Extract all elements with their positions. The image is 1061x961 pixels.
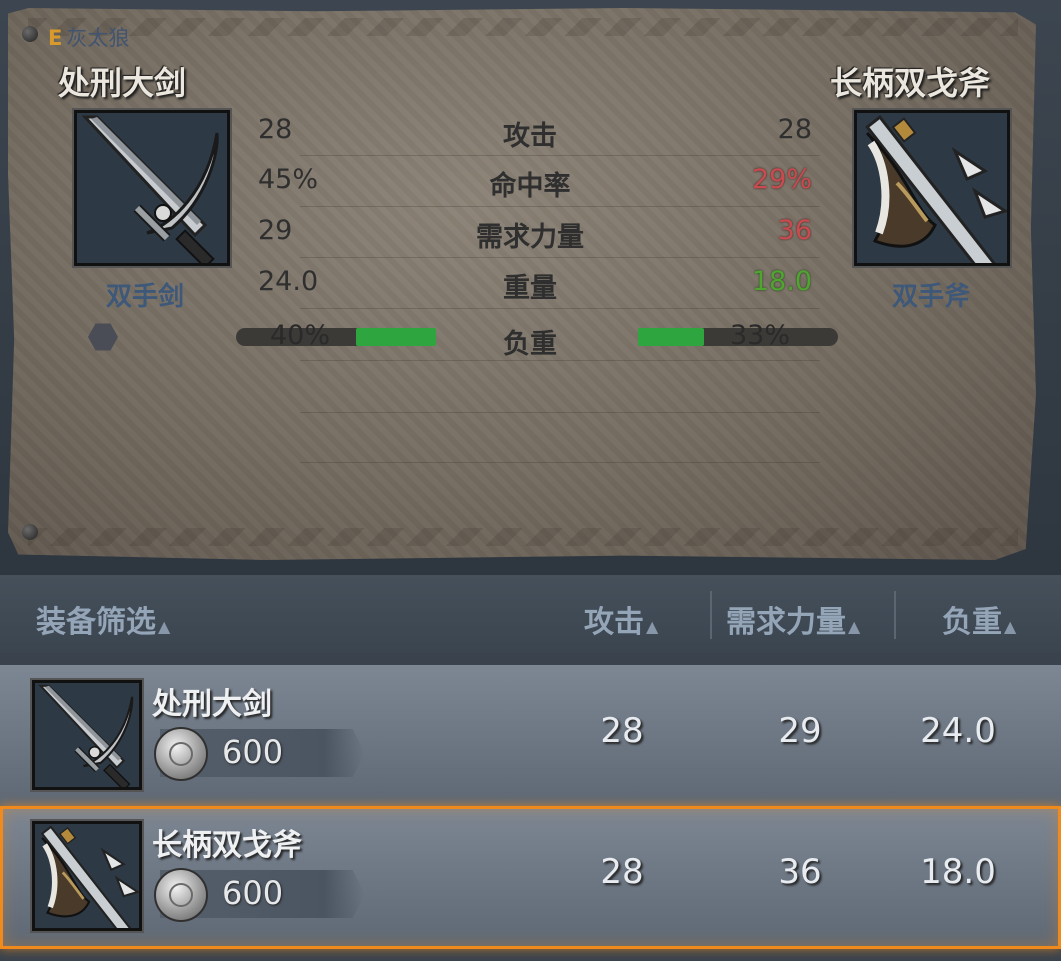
divider <box>300 257 820 258</box>
weight-sort-button[interactable]: 负重 ▲ <box>942 597 1016 641</box>
sort-triangle-icon: ▲ <box>646 617 659 636</box>
stat-row-strength: 29 需求力量 36 <box>240 209 820 257</box>
stat-row-accuracy: 45% 命中率 29% <box>240 158 820 206</box>
divider <box>300 308 820 309</box>
list-item-selected[interactable]: 长柄双戈斧 600 28 36 18.0 <box>0 806 1061 949</box>
header-label: 负重 <box>942 605 1002 640</box>
silver-coin-icon <box>154 868 208 922</box>
halberd-axe-icon <box>854 110 1010 266</box>
list-item[interactable]: 处刑大剑 600 28 29 24.0 <box>0 665 1061 808</box>
right-load-fill <box>638 328 704 346</box>
right-value: 29% <box>751 164 812 195</box>
divider <box>300 155 820 156</box>
right-value: 36 <box>777 215 812 246</box>
item-name: 长柄双戈斧 <box>152 828 302 863</box>
left-weapon-type: 双手剑 <box>106 282 185 312</box>
attack-sort-button[interactable]: 攻击 ▲ <box>584 597 658 641</box>
owner-name: 灰太狼 <box>66 26 130 50</box>
panel-border-bottom <box>28 528 1018 546</box>
divider <box>300 462 820 463</box>
header-label: 需求力量 <box>726 605 846 640</box>
item-price: 600 <box>222 874 284 912</box>
left-weapon-name: 处刑大剑 <box>58 64 187 102</box>
item-attack: 28 <box>600 711 644 751</box>
item-weight: 24.0 <box>920 711 996 751</box>
bolt-icon <box>22 26 38 42</box>
sort-triangle-icon: ▲ <box>158 617 171 636</box>
halberd-axe-icon <box>32 821 142 931</box>
header-separator <box>894 591 896 639</box>
divider <box>300 206 820 207</box>
right-value: 28 <box>777 114 812 145</box>
greatsword-icon <box>32 680 142 790</box>
stat-label: 攻击 <box>503 121 557 152</box>
owner-label: E 灰太狼 <box>48 22 129 52</box>
item-weight: 18.0 <box>920 852 996 892</box>
header-label: 攻击 <box>584 605 644 640</box>
divider <box>300 360 820 361</box>
stat-row-attack: 28 攻击 28 <box>240 108 820 156</box>
stat-label: 需求力量 <box>476 222 584 253</box>
item-strength: 29 <box>778 711 822 751</box>
header-separator <box>710 591 712 639</box>
right-weapon-name: 长柄双戈斧 <box>830 64 991 102</box>
list-header: 装备筛选 ▲ 攻击 ▲ 需求力量 ▲ 负重 ▲ <box>0 575 1061 653</box>
stat-row-weight: 24.0 重量 18.0 <box>240 260 820 308</box>
bolt-icon <box>22 524 38 540</box>
item-attack: 28 <box>600 852 644 892</box>
strength-sort-button[interactable]: 需求力量 ▲ <box>726 597 860 641</box>
panel-border-top <box>28 18 1018 36</box>
filter-sort-button[interactable]: 装备筛选 ▲ <box>36 597 170 641</box>
item-strength: 36 <box>778 852 822 892</box>
stat-label: 命中率 <box>489 171 571 202</box>
header-label: 装备筛选 <box>36 605 156 640</box>
sort-triangle-icon: ▲ <box>1004 617 1017 636</box>
item-name: 处刑大剑 <box>152 687 272 722</box>
greatsword-icon <box>74 110 230 266</box>
right-load-percent: 33% <box>730 320 791 351</box>
key-hint-e[interactable]: E <box>48 26 62 50</box>
sort-triangle-icon: ▲ <box>848 617 861 636</box>
silver-coin-icon <box>154 727 208 781</box>
item-price: 600 <box>222 733 284 771</box>
right-weapon-type: 双手斧 <box>892 282 971 312</box>
right-value: 18.0 <box>751 266 812 297</box>
divider <box>300 412 820 413</box>
stat-label: 重量 <box>503 273 557 304</box>
